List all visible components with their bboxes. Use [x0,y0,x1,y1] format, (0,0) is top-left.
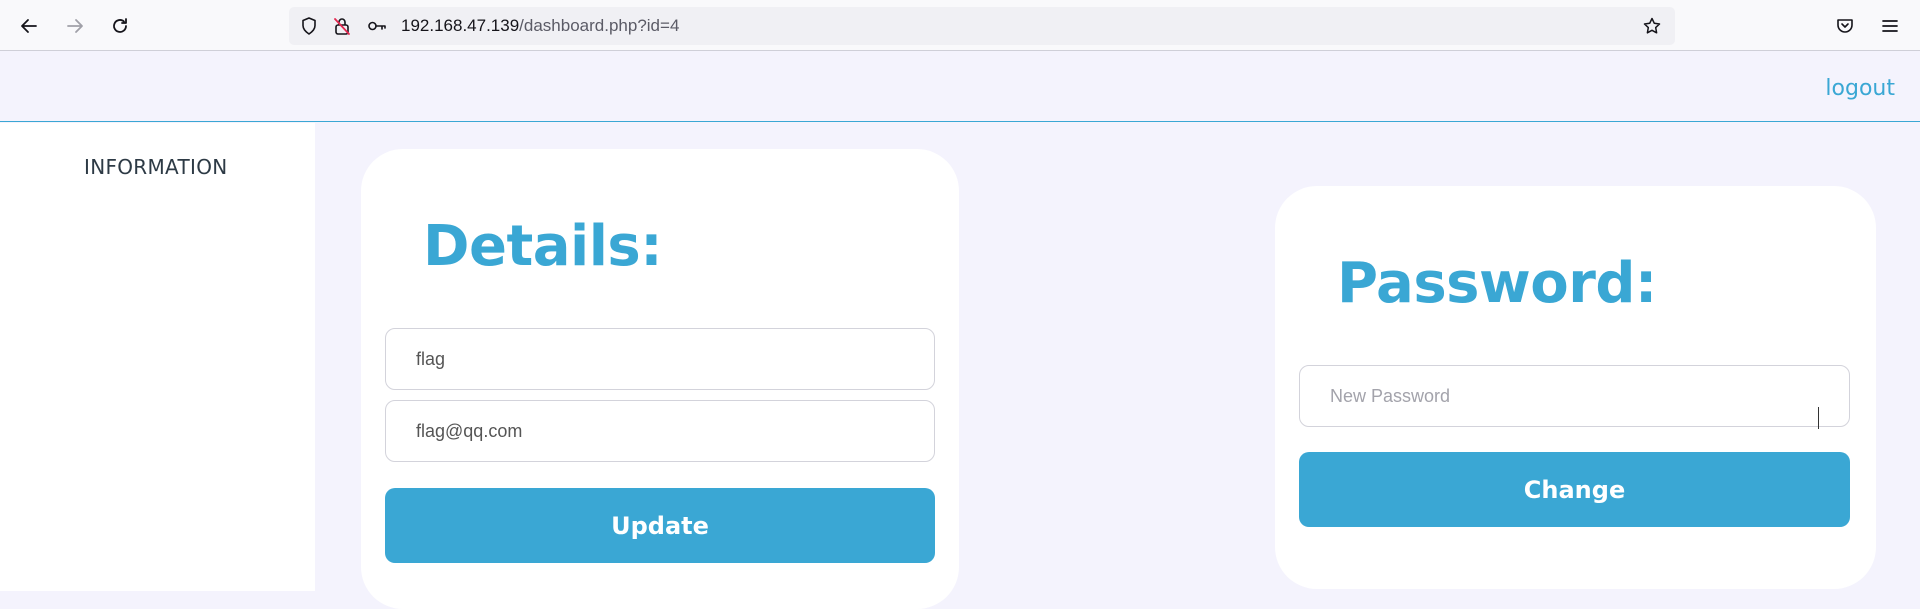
name-field[interactable] [385,328,935,390]
logout-link[interactable]: logout [1825,76,1895,101]
text-cursor [1818,407,1819,429]
details-title: Details: [423,214,663,279]
bookmark-star-icon[interactable] [1642,16,1662,36]
shield-icon[interactable] [299,16,319,36]
update-button[interactable]: Update [385,488,935,563]
email-field[interactable] [385,400,935,462]
url-bar[interactable]: 192.168.47.139/dashboard.php?id=4 [289,7,1675,45]
url-path: /dashboard.php?id=4 [519,16,680,35]
menu-icon[interactable] [1875,11,1905,41]
url-text[interactable]: 192.168.47.139/dashboard.php?id=4 [401,16,679,36]
browser-toolbar: 192.168.47.139/dashboard.php?id=4 [0,0,1920,51]
sidebar: INFORMATION [0,123,315,591]
sidebar-item-information[interactable]: INFORMATION [84,155,228,179]
forward-icon[interactable] [60,11,90,41]
reload-icon[interactable] [105,11,135,41]
new-password-input[interactable] [1299,365,1850,427]
url-host: 192.168.47.139 [401,16,520,35]
page-header: logout [0,52,1920,122]
password-title: Password: [1337,251,1657,316]
pocket-icon[interactable] [1830,11,1860,41]
key-icon[interactable] [367,16,387,36]
insecure-lock-icon[interactable] [332,16,352,36]
back-icon[interactable] [14,11,44,41]
change-button[interactable]: Change [1299,452,1850,527]
password-card: Password: Change [1275,186,1876,589]
details-card: Details: Update [361,149,959,609]
